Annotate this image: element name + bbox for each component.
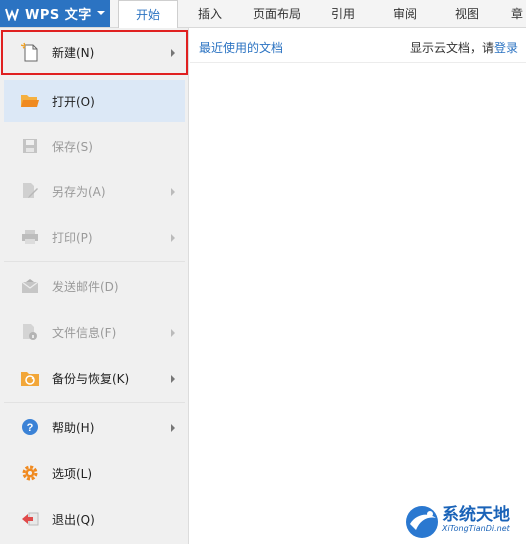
menu-item-backup-restore[interactable]: 备份与恢复(K) (4, 357, 185, 399)
tab-insert[interactable]: 插入 (184, 0, 236, 27)
chevron-down-icon (97, 11, 105, 15)
tab-chapter[interactable]: 章 (508, 0, 526, 27)
app-title: WPS 文字 (25, 8, 92, 23)
menu-item-exit[interactable]: 退出(Q) (4, 498, 185, 540)
login-link[interactable]: 登录 (494, 41, 518, 55)
watermark-url: XiTongTianDi.net (442, 524, 510, 533)
tab-page-layout[interactable]: 页面布局 (244, 0, 310, 27)
gear-icon (20, 463, 40, 483)
app-menu-button[interactable]: WPS 文字 (0, 0, 110, 27)
menu-item-options[interactable]: 选项(L) (4, 452, 185, 494)
folder-open-icon (20, 91, 40, 111)
site-watermark: 系统天地 XiTongTianDi.net (404, 498, 526, 544)
tab-review[interactable]: 审阅 (380, 0, 430, 27)
menu-item-label: 帮助(H) (52, 420, 95, 435)
chevron-right-icon (171, 234, 175, 242)
menu-divider (4, 261, 185, 262)
tab-start[interactable]: 开始 (118, 0, 178, 28)
cloud-docs-text: 显示云文档，请 (410, 41, 495, 55)
save-as-icon (20, 181, 40, 201)
menu-item-print[interactable]: 打印(P) (4, 216, 185, 258)
header-divider (190, 62, 526, 63)
menu-item-open[interactable]: 打开(O) (4, 80, 185, 122)
tab-view[interactable]: 视图 (442, 0, 492, 27)
watermark-text: 系统天地 (442, 505, 510, 525)
menu-item-save-as[interactable]: 另存为(A) (4, 170, 185, 212)
file-info-icon (20, 322, 40, 342)
chevron-right-icon (171, 188, 175, 196)
chevron-right-icon (171, 329, 175, 337)
menu-item-save[interactable]: 保存(S) (4, 125, 185, 167)
menu-item-send-mail[interactable]: 发送邮件(D) (4, 265, 185, 307)
ribbon-tab-bar: WPS 文字 开始 插入 页面布局 引用 审阅 视图 章 (0, 0, 526, 28)
menu-item-label: 选项(L) (52, 466, 93, 481)
chevron-right-icon (171, 375, 175, 383)
tab-references[interactable]: 引用 (318, 0, 368, 27)
highlight-box (1, 30, 188, 75)
watermark-logo-icon (406, 506, 438, 538)
save-icon (20, 136, 40, 156)
menu-item-label: 打开(O) (52, 94, 95, 109)
menu-item-label: 退出(Q) (52, 512, 95, 527)
chevron-right-icon (171, 424, 175, 432)
menu-item-help[interactable]: ? 帮助(H) (4, 406, 185, 448)
menu-item-label: 打印(P) (52, 230, 93, 245)
menu-item-label: 另存为(A) (52, 184, 106, 199)
cloud-docs-prompt: 显示云文档，请登录 (410, 39, 518, 56)
help-icon: ? (20, 417, 40, 437)
svg-text:?: ? (27, 422, 34, 434)
menu-item-label: 文件信息(F) (52, 325, 117, 340)
menu-divider (4, 402, 185, 403)
menu-item-file-info[interactable]: 文件信息(F) (4, 311, 185, 353)
menu-item-label: 备份与恢复(K) (52, 371, 130, 386)
print-icon (20, 227, 40, 247)
exit-icon (20, 509, 40, 529)
recent-documents-title: 最近使用的文档 (199, 41, 284, 55)
mail-icon (20, 276, 40, 296)
menu-item-label: 发送邮件(D) (52, 279, 119, 294)
wps-logo-icon (5, 8, 19, 21)
menu-item-label: 保存(S) (52, 139, 93, 154)
backup-restore-icon (20, 368, 40, 388)
